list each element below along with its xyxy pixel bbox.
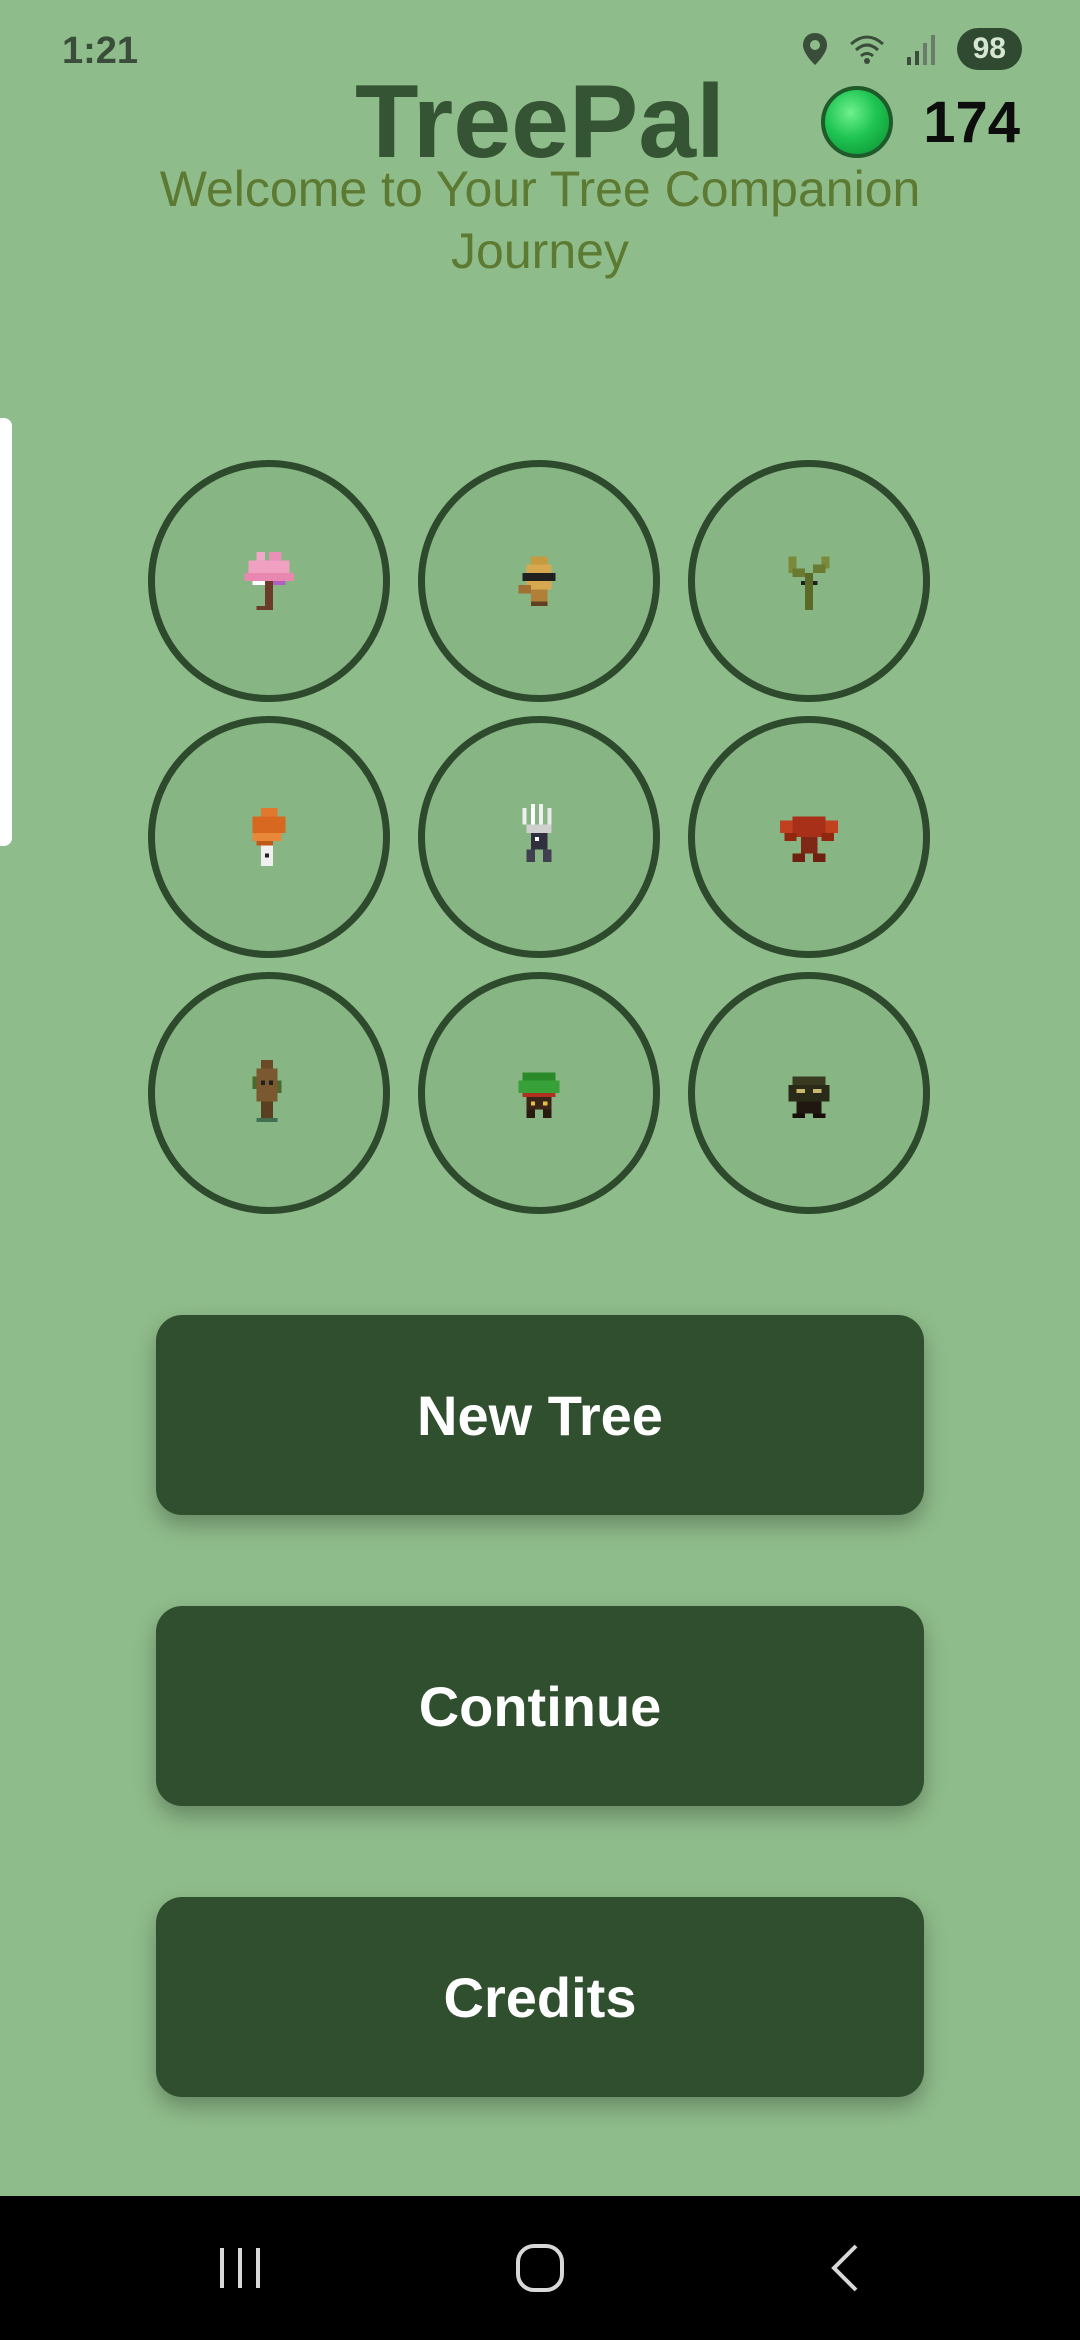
red-tree-sprite-icon [780, 816, 838, 862]
continue-button[interactable]: Continue [156, 1606, 924, 1806]
pink-blossom-sprite-icon [244, 552, 294, 610]
tree-slot-leafy-bush[interactable] [418, 972, 660, 1214]
home-icon[interactable] [500, 2236, 580, 2300]
white-spike-sprite-icon [522, 804, 552, 862]
subtitle-line-1: Welcome to Your Tree Companion [159, 161, 921, 217]
sunglasses-sprite-icon [518, 556, 556, 606]
tree-slot-dark-mushroom[interactable] [688, 972, 930, 1214]
coin-count: 174 [923, 89, 1020, 155]
system-nav-bar [0, 2196, 1080, 2340]
tree-slot-slingshot-sapling[interactable] [688, 460, 930, 702]
brown-vine-sprite-icon [252, 1060, 282, 1122]
orange-tree-sprite-icon [252, 808, 286, 866]
new-tree-button[interactable]: New Tree [156, 1315, 924, 1515]
welcome-subtitle: Welcome to Your Tree Companion Journey [90, 158, 990, 282]
coin-icon [821, 86, 894, 158]
tree-grid [148, 460, 930, 1214]
green-bush-sprite-icon [518, 1072, 560, 1118]
tree-slot-red-spread[interactable] [688, 716, 930, 958]
tree-slot-white-spike[interactable] [418, 716, 660, 958]
wifi-icon [847, 32, 887, 66]
back-icon[interactable] [806, 2236, 886, 2300]
tree-slot-autumn-tree[interactable] [148, 716, 390, 958]
signal-icon [905, 33, 939, 65]
credits-button[interactable]: Credits [156, 1897, 924, 2097]
subtitle-line-2: Journey [451, 223, 629, 279]
tree-slot-sunglasses-sprout[interactable] [418, 460, 660, 702]
edge-panel-handle[interactable] [0, 418, 12, 846]
dark-bush-sprite-icon [788, 1076, 830, 1118]
tree-slot-cherry-blossom[interactable] [148, 460, 390, 702]
recent-apps-icon[interactable] [200, 2236, 280, 2300]
slingshot-sprite-icon [788, 556, 830, 610]
tree-slot-brown-vine[interactable] [148, 972, 390, 1214]
coin-counter: 174 [821, 86, 1020, 158]
